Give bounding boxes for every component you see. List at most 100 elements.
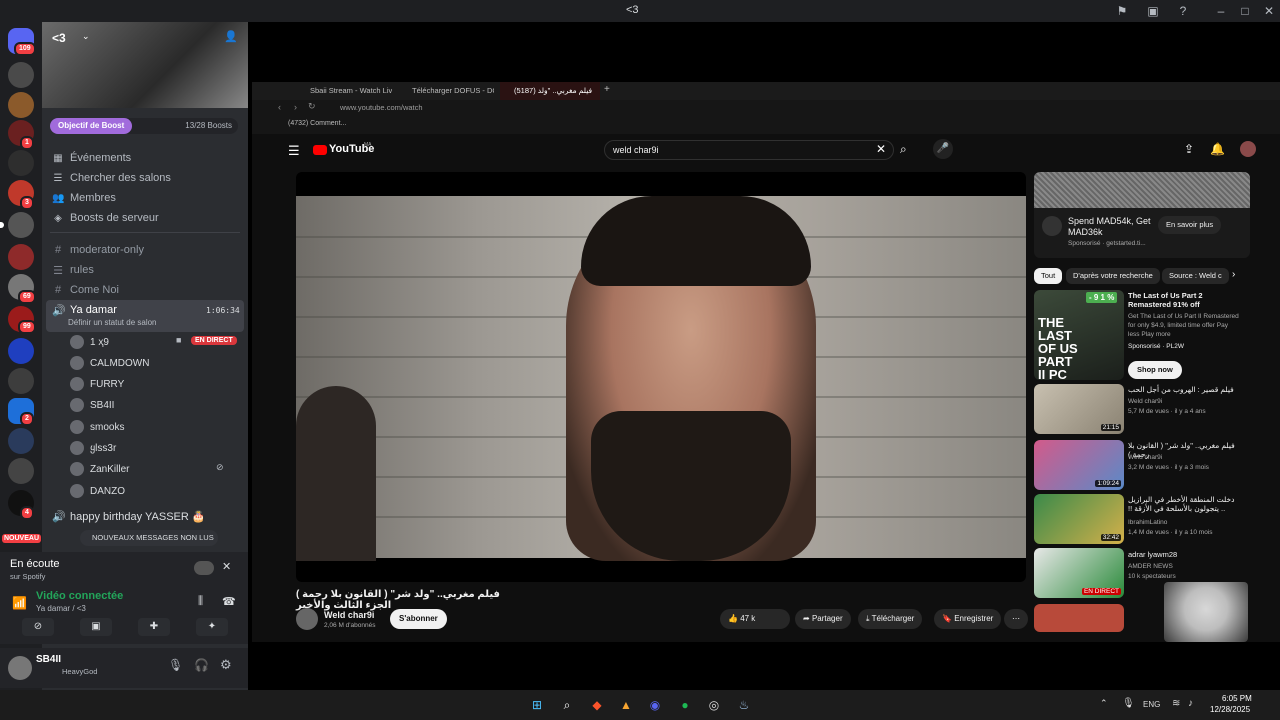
ad-title[interactable]: Spend MAD54k, Get MAD36k <box>1068 216 1152 238</box>
tab-dofus[interactable]: Télécharger DOFUS - DOF <box>398 82 494 100</box>
voice-user[interactable]: 1 ҳ9 <box>70 333 109 351</box>
chevron-down-icon[interactable]: ⌄ <box>82 31 90 42</box>
learn-more-button[interactable]: En savoir plus <box>1158 216 1222 234</box>
subscribe-button[interactable]: S'abonner <box>390 609 447 629</box>
voice-user[interactable]: ყlss3r <box>70 439 116 457</box>
start-icon[interactable]: ⊞ <box>527 695 547 715</box>
channel-avatar[interactable] <box>296 608 318 630</box>
menu-icon[interactable]: ☰ <box>288 143 300 159</box>
channel-status[interactable]: Définir un statut de salon <box>68 318 157 327</box>
microphone-icon[interactable]: 🎙 <box>168 658 183 672</box>
maximize-icon[interactable]: □ <box>1237 3 1253 19</box>
soundboard-icon[interactable]: ⫼ <box>198 595 203 608</box>
clock-time[interactable]: 6:05 PM <box>1222 694 1252 703</box>
video-thumbnail[interactable]: EN DIRECT <box>1034 548 1124 598</box>
video-thumbnail[interactable]: 32:42 <box>1034 494 1124 544</box>
camera-button[interactable]: ⊘ <box>22 618 54 636</box>
avatar[interactable] <box>1240 141 1256 157</box>
brave-icon[interactable]: ◆ <box>587 695 607 715</box>
server-icon[interactable] <box>8 428 34 454</box>
search-icon[interactable]: ⌕ <box>900 142 907 157</box>
tray-chevron-icon[interactable]: ⌃ <box>1100 698 1108 709</box>
search-icon[interactable]: ⌕ <box>557 695 577 715</box>
video-frame[interactable] <box>296 196 1026 561</box>
create-icon[interactable]: ⇪ <box>1184 142 1194 156</box>
spotify-icon[interactable]: ● <box>675 695 695 715</box>
channel-come-noi[interactable]: # Come Noi <box>52 281 119 299</box>
shop-now-button[interactable]: Shop now <box>1128 361 1182 379</box>
headphones-icon[interactable]: 🎧 <box>194 658 209 672</box>
channel-rules[interactable]: ☰ rules <box>52 261 94 279</box>
activities-button[interactable]: ✚ <box>138 618 170 636</box>
username[interactable]: SB4II <box>36 654 61 665</box>
related-title[interactable]: دخلت المنطقة الأخطر في البرازيل .. يتجول… <box>1128 495 1240 513</box>
new-tab-icon[interactable]: + <box>604 84 610 95</box>
language-indicator[interactable]: ENG <box>1143 700 1160 709</box>
clear-icon[interactable]: ✕ <box>876 142 886 156</box>
video-thumbnail[interactable] <box>1034 604 1124 632</box>
gear-icon[interactable]: ⚙ <box>220 657 232 673</box>
reload-icon[interactable]: ↻ <box>308 101 316 112</box>
promo-thumbnail[interactable]: THE LAST OF US PART II PC - 9 1 % <box>1034 290 1124 380</box>
menu-events[interactable]: ▦ Événements <box>52 149 131 167</box>
inbox-icon[interactable]: ▣ <box>1145 3 1161 19</box>
ad-banner[interactable] <box>1034 172 1250 208</box>
menu-browse-channels[interactable]: ☰ Chercher des salons <box>52 169 171 187</box>
close-icon[interactable]: ✕ <box>222 560 231 573</box>
close-icon[interactable]: ✕ <box>1261 3 1277 19</box>
server-icon[interactable] <box>8 368 34 394</box>
server-icon[interactable] <box>8 62 34 88</box>
address-bar[interactable]: ‹ › ↻ www.youtube.com/watch <box>252 100 1280 116</box>
bookmark-item[interactable]: (4732) Comment... <box>288 120 346 127</box>
server-icon[interactable] <box>8 150 34 176</box>
chip-all[interactable]: Tout <box>1034 268 1063 284</box>
server-icon[interactable] <box>8 458 34 484</box>
related-title[interactable]: فيلم قصير : الهروب من أجل الحب <box>1128 385 1240 394</box>
screenshare-button[interactable]: ▣ <box>80 618 112 636</box>
menu-server-boosts[interactable]: ◈ Boosts de serveur <box>52 209 159 227</box>
server-icon[interactable] <box>8 92 34 118</box>
microphone-icon[interactable]: 🎤 <box>933 139 953 159</box>
server-icon[interactable] <box>8 244 34 270</box>
video-thumbnail[interactable]: 1:09:24 <box>1034 440 1124 490</box>
wifi-icon[interactable]: ≋ <box>1172 698 1180 709</box>
boost-goal-bar[interactable]: Objectif de Boost 13/28 Boosts <box>50 118 238 134</box>
promo-title[interactable]: The Last of Us Part 2 Remastered 91% off <box>1128 291 1240 309</box>
channel-name[interactable]: Weld char9i <box>324 610 374 620</box>
tab-youtube[interactable]: فيلم مغربي.. "ولد (5187) <box>500 82 600 100</box>
voice-channel-birthday[interactable]: 🔊 happy birthday YASSER 🎂 <box>52 507 206 525</box>
download-button[interactable]: ⤓ Télécharger <box>858 609 923 629</box>
app-icon[interactable]: ▲ <box>616 695 636 715</box>
minimize-icon[interactable]: – <box>1213 3 1229 19</box>
forward-icon[interactable]: › <box>294 102 297 112</box>
save-button[interactable]: 🔖 Enregistrer <box>934 609 1002 629</box>
back-icon[interactable]: ‹ <box>278 102 281 112</box>
avatar[interactable] <box>8 656 32 680</box>
like-button[interactable]: 👍 47 k <box>720 609 790 629</box>
search-input[interactable]: weld char9i <box>613 145 659 155</box>
discord-icon[interactable]: ◉ <box>645 695 665 715</box>
clock-date[interactable]: 12/28/2025 <box>1210 705 1250 714</box>
menu-members[interactable]: 👥 Membres <box>52 189 116 207</box>
voice-user[interactable]: ZanKiller <box>70 460 129 478</box>
chip-search[interactable]: D'après votre recherche <box>1066 268 1160 284</box>
chip-source[interactable]: Source : Weld c <box>1162 268 1229 284</box>
related-title[interactable]: adrar lyawm28 <box>1128 550 1240 559</box>
voice-user[interactable]: SB4II <box>70 396 114 414</box>
url-text[interactable]: www.youtube.com/watch <box>340 103 423 112</box>
server-name[interactable]: <3 <box>52 31 66 45</box>
server-icon[interactable] <box>8 338 34 364</box>
youtube-logo-icon[interactable] <box>313 145 327 155</box>
tab-sbaii[interactable]: Sbaii Stream - Watch Live <box>296 82 392 100</box>
voice-channel-ya-damar[interactable]: 🔊 Ya damar <box>52 301 117 319</box>
voice-user[interactable]: DANZO <box>70 482 125 500</box>
video-thumbnail[interactable]: 21:15 <box>1034 384 1124 434</box>
voice-status[interactable]: Vidéo connectée <box>36 590 123 602</box>
microphone-icon[interactable]: 🎙 <box>1122 698 1135 709</box>
server-icon[interactable] <box>8 212 34 238</box>
search-box[interactable]: weld char9i <box>604 140 894 160</box>
new-messages-banner[interactable]: NOUVEAUX MESSAGES NON LUS <box>80 530 218 546</box>
voice-user[interactable]: FURRY <box>70 375 124 393</box>
chevron-right-icon[interactable]: › <box>1232 269 1235 280</box>
flag-icon[interactable]: ⚑ <box>1114 3 1130 19</box>
